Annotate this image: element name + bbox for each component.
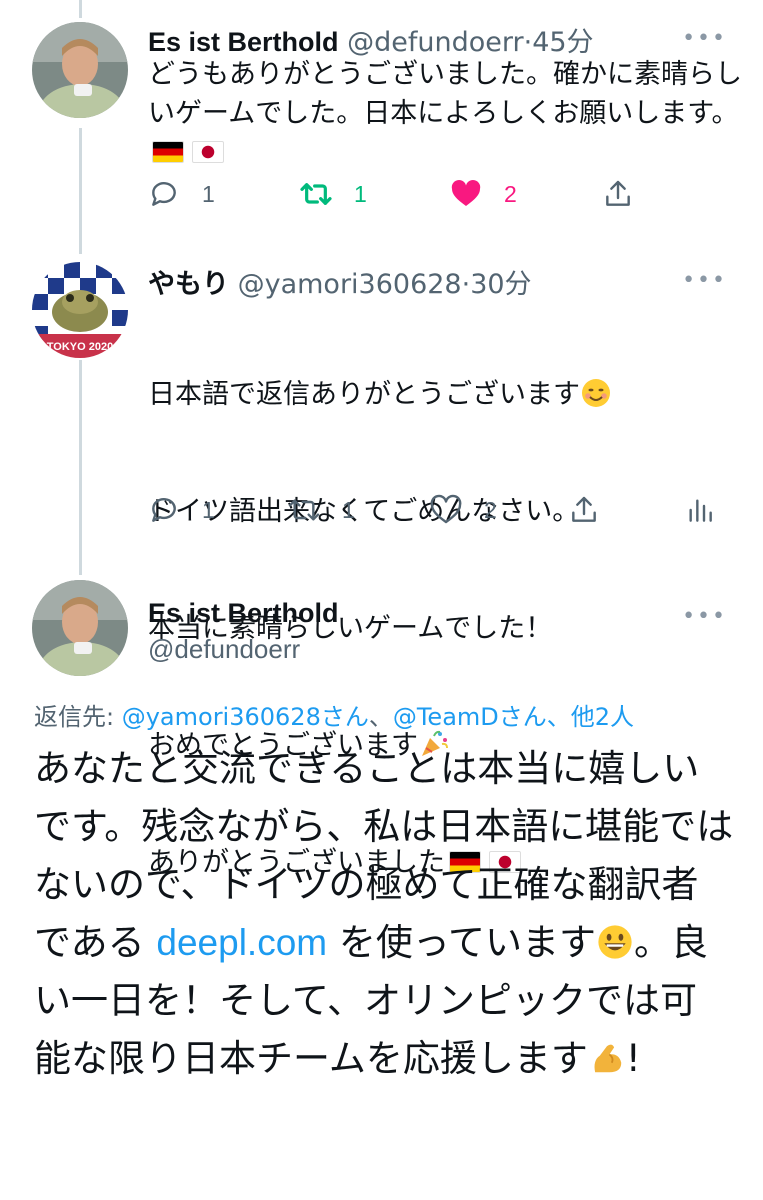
- share-button[interactable]: [568, 494, 600, 526]
- main-author-name[interactable]: Es ist Berthold: [148, 598, 339, 629]
- thread-line-top: [79, 0, 82, 18]
- like-count: 2: [504, 180, 517, 207]
- author-handle[interactable]: @yamori360628: [238, 269, 462, 300]
- replying-to: 返信先: @yamori360628さん、@TeamDさん、他2人: [34, 697, 634, 732]
- mention-link[interactable]: @yamori360628さん: [122, 703, 369, 731]
- flag-germany-icon: [152, 141, 184, 163]
- main-text-part4: !: [625, 1037, 641, 1080]
- more-options-icon[interactable]: •••: [682, 268, 727, 293]
- heart-icon: [430, 494, 462, 524]
- main-tweet-text: あなたと交流できることは本当に嬉しいです。残念ながら、私は日本語に堪能ではないの…: [34, 740, 734, 1088]
- more-options-icon[interactable]: •••: [682, 604, 727, 629]
- tweet-header: やもり @yamori360628·30分: [148, 262, 532, 301]
- analytics-button[interactable]: [684, 494, 716, 526]
- tweet-line-text: 日本語で返信ありがとうございます: [148, 379, 580, 410]
- retweet-count: 1: [342, 496, 355, 523]
- heart-icon: [451, 179, 481, 206]
- timestamp[interactable]: 45分: [532, 27, 593, 58]
- like-button[interactable]: 2: [430, 494, 497, 526]
- retweet-count: 1: [354, 180, 367, 207]
- reply-count: 1: [202, 496, 215, 523]
- grinning-face-emoji-icon: [598, 925, 632, 959]
- deepl-link[interactable]: deepl.com: [156, 922, 327, 963]
- author-name[interactable]: やもり: [148, 269, 229, 299]
- reply-button[interactable]: 1: [148, 178, 215, 210]
- thread-line-bottom: [79, 360, 82, 575]
- flag-japan-icon: [192, 141, 224, 163]
- avatar-yamori[interactable]: TOKYO 2020: [32, 262, 128, 358]
- analytics-icon: [689, 499, 712, 522]
- share-icon: [606, 180, 630, 206]
- flexed-biceps-emoji-icon: [594, 1044, 622, 1073]
- tweet-actions: 1 1 2: [148, 178, 728, 218]
- mention-link[interactable]: @TeamDさん: [393, 703, 547, 731]
- reply-icon: [152, 182, 176, 206]
- tweet-line-1: 日本語で返信ありがとうございます: [148, 375, 748, 414]
- reply-button[interactable]: 1: [148, 494, 215, 526]
- tweet-text-content: どうもありがとうございました。確かに素晴らしいゲームでした。日本によろしくお願い…: [148, 59, 742, 129]
- others-link[interactable]: 、他2人: [547, 703, 634, 731]
- retweet-icon: [300, 183, 332, 205]
- replying-to-separator: 、: [368, 703, 393, 731]
- retweet-icon: [288, 499, 320, 521]
- share-icon: [572, 496, 596, 522]
- tweet-text: どうもありがとうございました。確かに素晴らしいゲームでした。日本によろしくお願い…: [148, 55, 748, 172]
- replying-to-label: 返信先:: [34, 703, 122, 731]
- like-button[interactable]: 2: [450, 178, 517, 210]
- timestamp[interactable]: 30分: [470, 269, 531, 300]
- separator-dot: ·: [523, 27, 533, 58]
- main-text-part2: を使っています: [327, 921, 597, 964]
- author-name[interactable]: Es ist Berthold: [148, 27, 339, 57]
- separator-dot: ·: [461, 269, 471, 300]
- retweet-button[interactable]: 1: [288, 494, 355, 526]
- avatar-berthold[interactable]: [32, 22, 128, 118]
- share-button[interactable]: [602, 178, 634, 210]
- reply-icon: [152, 498, 176, 522]
- avatar-berthold-main[interactable]: [32, 580, 128, 676]
- thread-line-middle: [79, 128, 82, 254]
- like-count: 2: [484, 496, 497, 523]
- tweet-actions: 1 1 2: [148, 494, 728, 534]
- main-author-handle[interactable]: @defundoerr: [148, 634, 300, 665]
- author-handle[interactable]: @defundoerr: [347, 27, 523, 58]
- reply-count: 1: [202, 180, 215, 207]
- smiling-face-emoji-icon: [582, 379, 610, 407]
- tweet-header: Es ist Berthold @defundoerr·45分: [148, 20, 594, 59]
- retweet-button[interactable]: 1: [300, 178, 367, 210]
- avatar-text: TOKYO 2020: [47, 341, 113, 353]
- more-options-icon[interactable]: •••: [682, 26, 727, 51]
